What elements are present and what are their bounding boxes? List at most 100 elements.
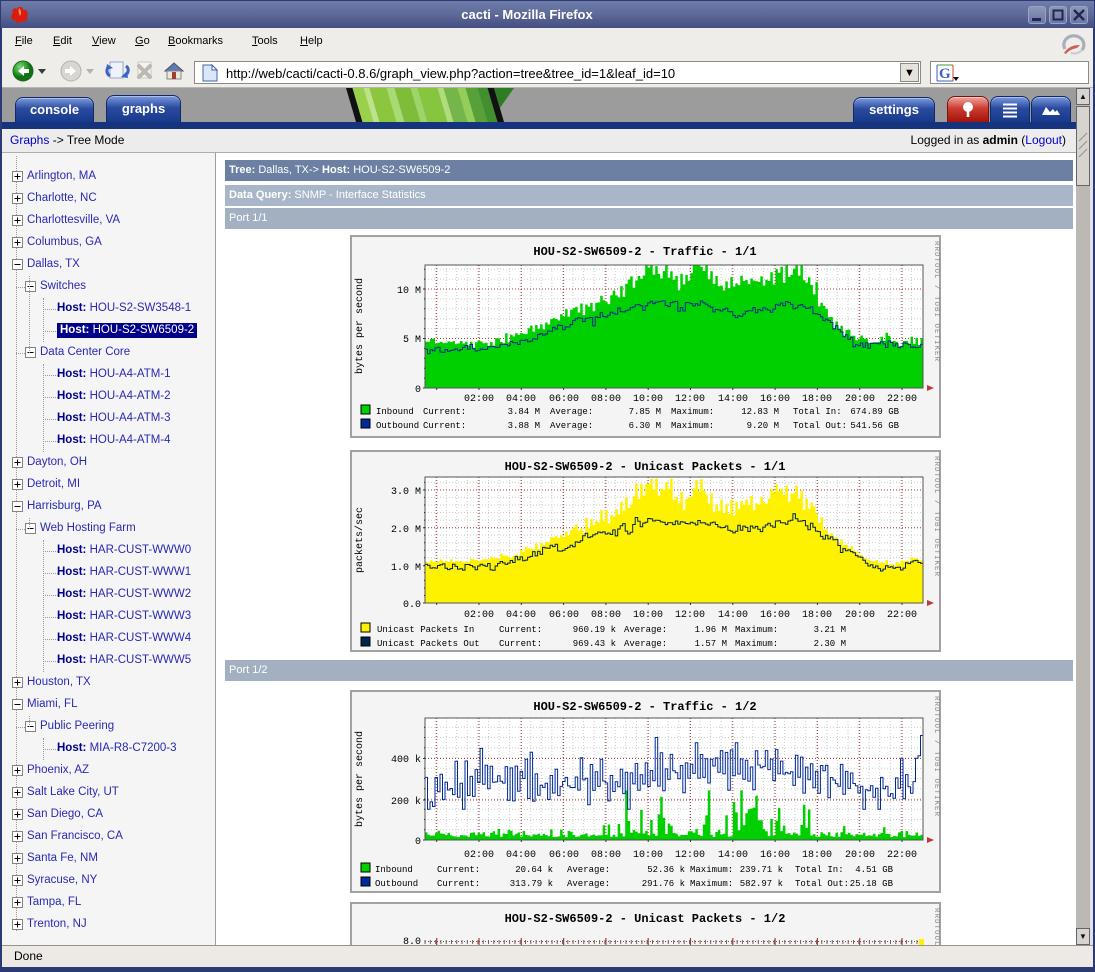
svg-text:2.0 M: 2.0 M [391,525,421,536]
svg-text:1.0 M: 1.0 M [391,563,421,574]
svg-text:0: 0 [415,837,421,848]
svg-text:313.79 k: 313.79 k [510,879,553,889]
svg-text:Outbound: Outbound [375,879,418,889]
svg-text:12:00: 12:00 [675,610,705,621]
svg-text:Current:: Current: [423,421,466,431]
svg-text:Maximum:: Maximum: [671,407,714,417]
svg-text:bytes per second: bytes per second [354,278,366,374]
svg-text:04:00: 04:00 [506,850,536,861]
svg-text:16:00: 16:00 [760,610,790,621]
svg-text:Maximum:: Maximum: [690,865,733,875]
svg-text:20:00: 20:00 [845,610,875,621]
svg-text:674.89 GB: 674.89 GB [850,407,899,417]
svg-text:Total In:: Total In: [795,865,844,875]
svg-text:02:00: 02:00 [464,394,494,405]
svg-text:Unicast Packets In: Unicast Packets In [377,625,474,635]
svg-text:08:00: 08:00 [591,850,621,861]
svg-text:10:00: 10:00 [633,610,663,621]
svg-text:2.30 M: 2.30 M [814,639,846,649]
svg-text:239.71 k: 239.71 k [740,865,783,875]
svg-text:582.97 k: 582.97 k [740,879,783,889]
svg-text:Unicast Packets Out: Unicast Packets Out [377,639,480,649]
svg-text:14:00: 14:00 [718,610,748,621]
svg-text:Inbound: Inbound [375,865,413,875]
svg-text:14:00: 14:00 [718,850,748,861]
svg-text:Inbound: Inbound [376,407,414,417]
svg-text:18:00: 18:00 [802,850,832,861]
svg-text:6.30 M: 6.30 M [629,421,661,431]
svg-text:G: G [939,66,951,82]
svg-text:8.0: 8.0 [403,937,421,945]
svg-text:08:00: 08:00 [591,610,621,621]
svg-text:RRDTOOL / TOBI OETIKER: RRDTOOL / TOBI OETIKER [932,696,940,817]
svg-text:HOU-S2-SW6509-2 - Unicast Pack: HOU-S2-SW6509-2 - Unicast Packets - 1/2 [505,912,786,926]
svg-text:04:00: 04:00 [506,394,536,405]
svg-text:3.88 M: 3.88 M [508,421,540,431]
svg-text:HOU-S2-SW6509-2 - Traffic - 1/: HOU-S2-SW6509-2 - Traffic - 1/2 [533,700,756,714]
svg-text:20:00: 20:00 [845,850,875,861]
svg-text:16:00: 16:00 [760,394,790,405]
svg-text:Outbound: Outbound [376,421,419,431]
svg-text:02:00: 02:00 [464,850,494,861]
svg-text:1.96 M: 1.96 M [695,625,727,635]
svg-text:10:00: 10:00 [633,850,663,861]
svg-text:20.64 k: 20.64 k [515,865,553,875]
svg-text:RRDTOOL / TOBI OETIKER: RRDTOOL / TOBI OETIKER [932,456,940,577]
svg-text:08:00: 08:00 [591,394,621,405]
svg-text:22:00: 22:00 [887,394,917,405]
svg-text:18:00: 18:00 [802,394,832,405]
svg-text:04:00: 04:00 [506,610,536,621]
svg-text:HOU-S2-SW6509-2 - Unicast Pack: HOU-S2-SW6509-2 - Unicast Packets - 1/1 [505,460,786,474]
svg-text:Average:: Average: [624,639,667,649]
svg-text:969.43 k: 969.43 k [573,639,616,649]
svg-text:14:00: 14:00 [718,394,748,405]
svg-text:RRDTOOL / TOBI OETIKER: RRDTOOL / TOBI OETIKER [932,241,940,362]
svg-text:Average:: Average: [567,879,610,889]
svg-text:16:00: 16:00 [760,850,790,861]
svg-text:12:00: 12:00 [675,850,705,861]
svg-text:02:00: 02:00 [464,610,494,621]
svg-text:4.51 GB: 4.51 GB [855,865,893,875]
svg-text:3.21 M: 3.21 M [814,625,846,635]
svg-text:7.85 M: 7.85 M [629,407,661,417]
svg-text:5 M: 5 M [403,335,421,346]
svg-text:0: 0 [415,385,421,396]
svg-text:Current:: Current: [437,879,480,889]
svg-text:960.19 k: 960.19 k [573,625,616,635]
svg-text:18:00: 18:00 [802,610,832,621]
svg-text:Maximum:: Maximum: [735,625,778,635]
svg-text:0.0: 0.0 [403,600,421,611]
svg-text:10 M: 10 M [397,286,421,297]
svg-text:HOU-S2-SW6509-2 - Traffic - 1/: HOU-S2-SW6509-2 - Traffic - 1/1 [533,245,756,259]
svg-text:Total Out:: Total Out: [795,879,849,889]
svg-text:Maximum:: Maximum: [671,421,714,431]
svg-text:packets/sec: packets/sec [354,507,366,573]
svg-text:bytes per second: bytes per second [354,731,366,827]
svg-text:Average:: Average: [550,407,593,417]
svg-text:20:00: 20:00 [845,394,875,405]
svg-text:12:00: 12:00 [675,394,705,405]
svg-text:Current:: Current: [437,865,480,875]
svg-text:541.56 GB: 541.56 GB [850,421,899,431]
svg-text:10:00: 10:00 [633,394,663,405]
svg-text:06:00: 06:00 [549,610,579,621]
svg-text:Average:: Average: [624,625,667,635]
svg-text:Current:: Current: [499,639,542,649]
svg-text:3.0 M: 3.0 M [391,487,421,498]
svg-text:22:00: 22:00 [887,850,917,861]
svg-text:22:00: 22:00 [887,610,917,621]
svg-text:Average:: Average: [550,421,593,431]
svg-text:Current:: Current: [423,407,466,417]
svg-text:RRDTOOL /: RRDTOOL / [932,908,940,945]
svg-text:9.20 M: 9.20 M [747,421,779,431]
svg-text:Current:: Current: [499,625,542,635]
svg-text:Maximum:: Maximum: [690,879,733,889]
svg-text:1.57 M: 1.57 M [695,639,727,649]
svg-text:06:00: 06:00 [549,850,579,861]
svg-text:25.18 GB: 25.18 GB [850,879,894,889]
svg-text:200 k: 200 k [391,796,421,808]
svg-text:291.76 k: 291.76 k [642,879,685,889]
svg-text:Maximum:: Maximum: [735,639,778,649]
svg-text:52.36 k: 52.36 k [647,865,685,875]
svg-text:12.83 M: 12.83 M [741,407,779,417]
